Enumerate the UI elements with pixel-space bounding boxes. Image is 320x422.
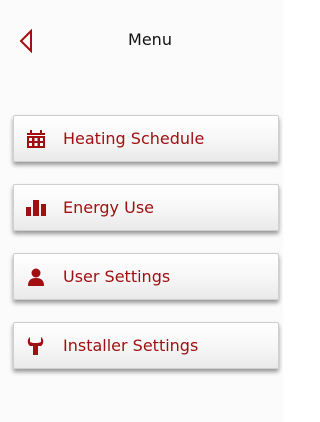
bar-chart-icon [25,197,47,219]
calendar-icon [25,128,47,150]
heating-schedule-button[interactable]: Heating Schedule [13,115,279,162]
user-icon [25,266,47,288]
energy-use-button[interactable]: Energy Use [13,184,279,231]
energy-use-label: Energy Use [63,197,154,217]
user-settings-button[interactable]: User Settings [13,253,279,300]
menu-screen: Menu Heating Schedule Energy Use User Se… [0,0,283,422]
back-triangle-icon [18,29,34,53]
back-button[interactable] [14,27,38,55]
installer-settings-button[interactable]: Installer Settings [13,322,279,369]
heating-schedule-label: Heating Schedule [63,128,205,148]
installer-settings-label: Installer Settings [63,335,199,355]
menu-list: Heating Schedule Energy Use User Setting… [13,115,279,391]
page-title: Menu [128,30,172,49]
wrench-icon [25,335,47,357]
user-settings-label: User Settings [63,266,171,286]
